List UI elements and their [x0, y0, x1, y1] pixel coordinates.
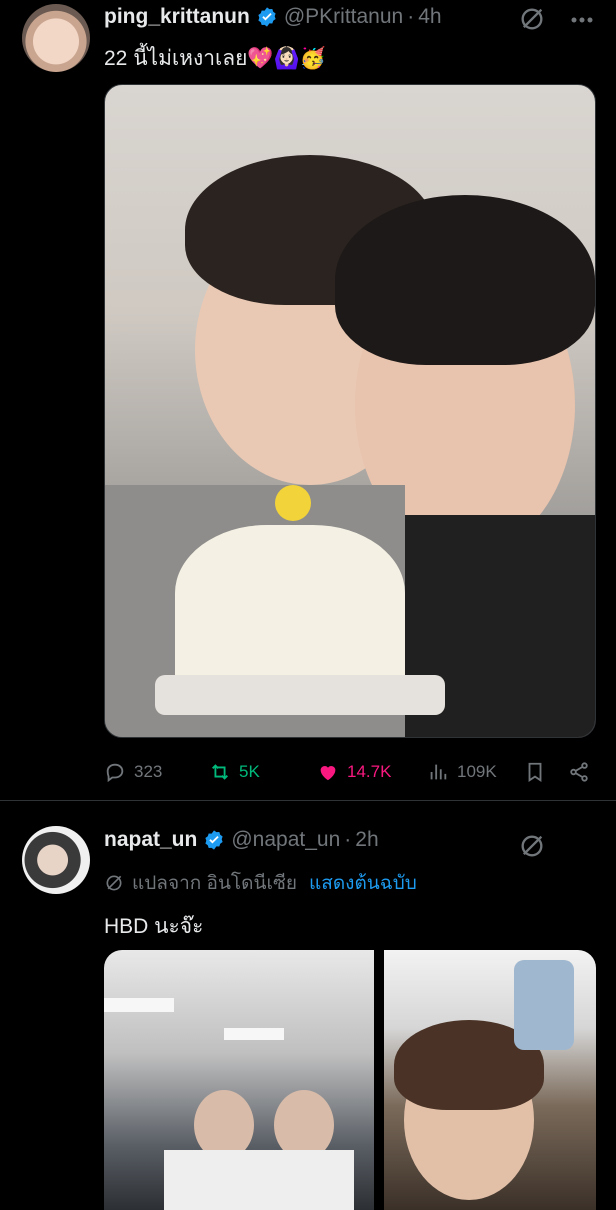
bookmark-button[interactable]: [524, 761, 546, 783]
author-name[interactable]: ping_krittanun: [104, 5, 250, 29]
avatar[interactable]: [22, 4, 90, 72]
verified-badge-icon: [205, 830, 223, 850]
action-bar: 323 5K 14.7K 109K: [104, 757, 596, 787]
translate-icon: [106, 875, 122, 891]
share-icon: [570, 762, 588, 782]
separator: ·: [407, 5, 415, 28]
separator: ·: [344, 828, 352, 851]
show-original-link[interactable]: แสดงต้นฉบับ: [309, 868, 417, 898]
photo-cake: [175, 525, 405, 695]
photo-background-figure: [514, 960, 574, 1050]
timestamp[interactable]: 4h: [418, 5, 441, 29]
retweet-count: 5K: [239, 762, 260, 781]
like-count: 14.7K: [347, 762, 392, 781]
photo-cake-topper: [275, 485, 311, 521]
tweet-header: napat_un @napat_un · 2h: [104, 828, 379, 852]
author-handle[interactable]: @napat_un: [231, 828, 340, 852]
reply-count: 323: [134, 762, 163, 781]
photo-subject-right-hair: [335, 195, 595, 365]
timestamp[interactable]: 2h: [355, 828, 378, 852]
bookmark-icon: [528, 762, 542, 782]
tweet-header: ping_krittanun @PKrittanun · 4h: [104, 5, 442, 29]
tweet-photo[interactable]: [104, 84, 596, 738]
author-handle[interactable]: @PKrittanun: [284, 5, 403, 29]
like-button[interactable]: 14.7K: [317, 761, 391, 783]
photo-uniform: [164, 1150, 354, 1210]
avatar[interactable]: [22, 826, 90, 894]
photo-ceiling-light: [224, 1028, 284, 1040]
photo-cake-plate: [155, 675, 445, 715]
tweet-text: 22 นี้ไม่เหงาเลย💖🙆🏻‍♀️🥳: [104, 47, 326, 70]
verified-badge-icon: [258, 7, 276, 27]
reply-icon: [106, 763, 124, 783]
tweet[interactable]: napat_un @napat_un · 2h แปลจาก อินโดนีเซ…: [0, 806, 616, 1210]
retweet-icon: [212, 764, 228, 780]
author-name[interactable]: napat_un: [104, 828, 197, 852]
more-icon[interactable]: [568, 10, 596, 30]
tweet-text: HBD นะจ๊ะ: [104, 915, 204, 938]
share-button[interactable]: [568, 761, 590, 783]
translation-row: แปลจาก อินโดนีเซีย แสดงต้นฉบับ: [104, 868, 417, 898]
tweet-photo[interactable]: [104, 950, 374, 1210]
grok-icon[interactable]: [518, 832, 546, 860]
tweet-divider: [0, 800, 616, 801]
tweet-photo[interactable]: [384, 950, 596, 1210]
reply-button[interactable]: 323: [104, 761, 162, 783]
photo-ceiling-light: [104, 998, 174, 1012]
translated-from-label: แปลจาก อินโดนีเซีย: [132, 873, 297, 894]
grok-icon[interactable]: [518, 5, 546, 33]
views-count: 109K: [457, 762, 497, 781]
views-icon: [430, 764, 447, 780]
retweet-button[interactable]: 5K: [209, 761, 260, 783]
heart-icon: [320, 766, 336, 781]
views-button[interactable]: 109K: [427, 761, 497, 783]
tweet[interactable]: ping_krittanun @PKrittanun · 4h 22 นี้ไม…: [0, 0, 616, 790]
